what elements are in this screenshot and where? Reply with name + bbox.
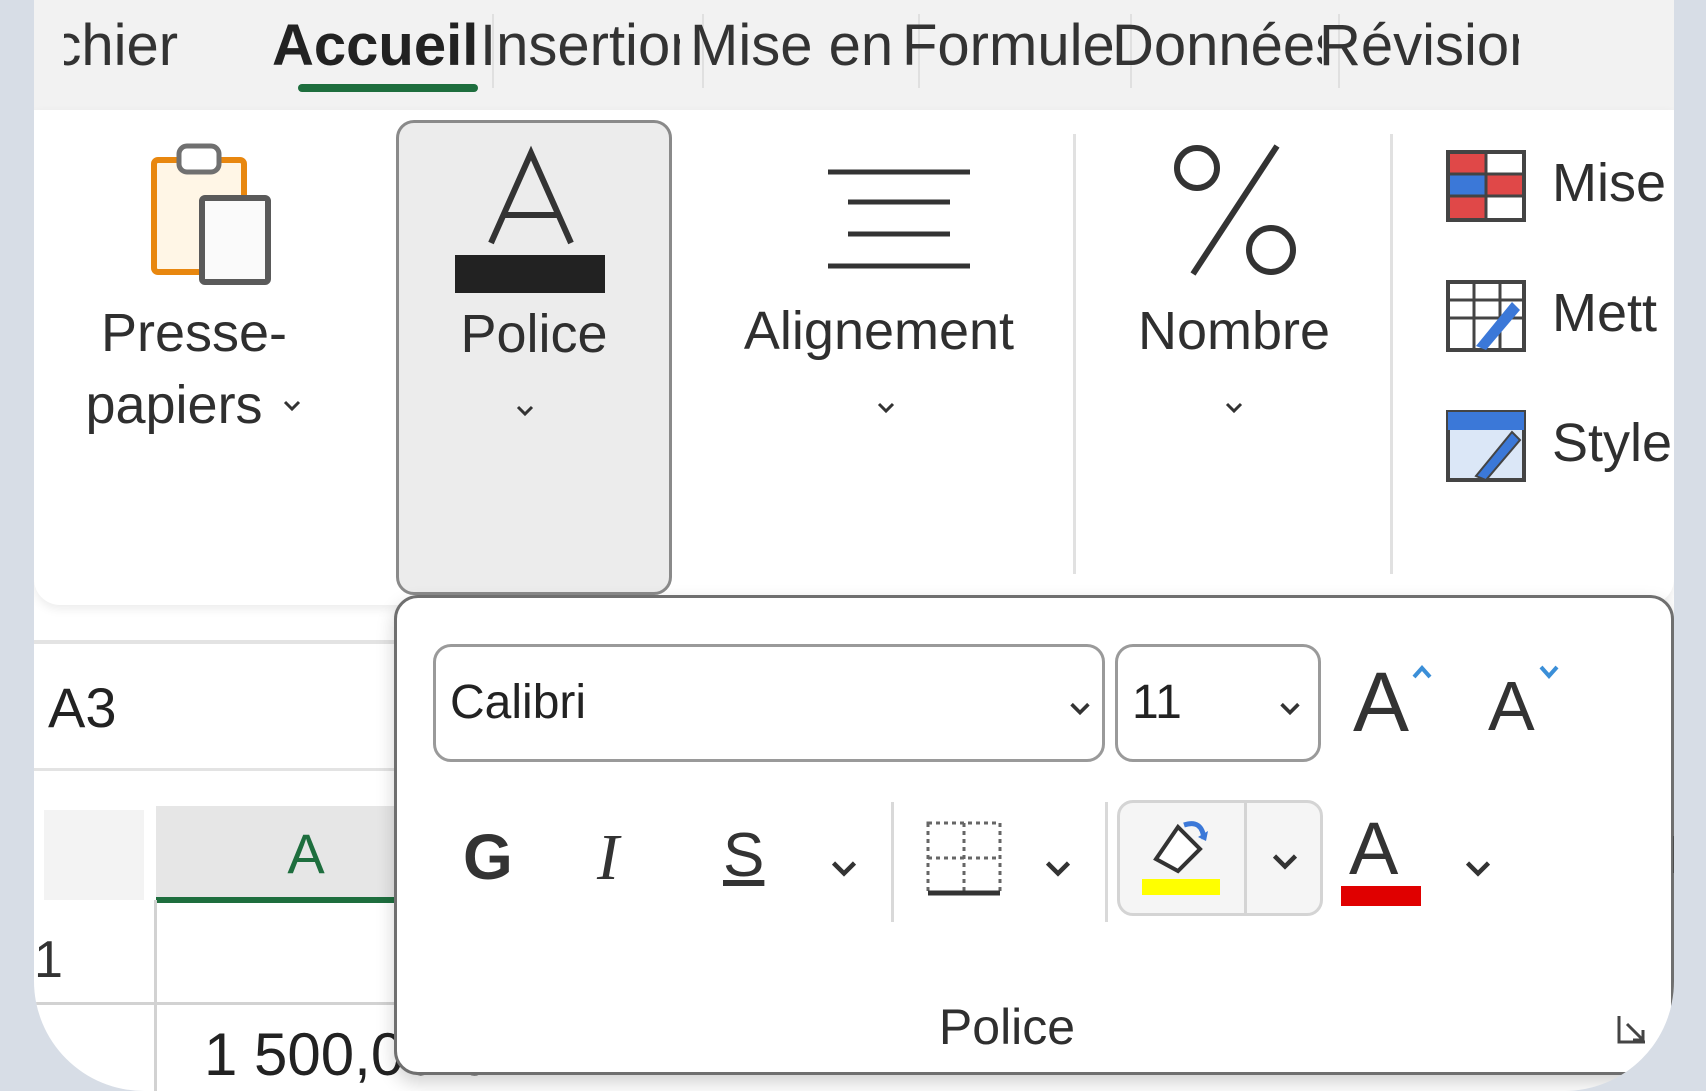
clipboard-label-1: Presse- [100,303,288,363]
cell-styles-icon [1446,410,1526,482]
paint-bucket-icon [1142,821,1220,895]
increase-font-icon: A [1353,655,1410,749]
caret-down-icon [1539,665,1559,680]
select-all-corner[interactable] [44,810,144,900]
font-size-value: 11 [1132,676,1182,729]
tab-fichier[interactable]: Fichier [64,6,244,86]
grid-line [34,1002,454,1005]
partial-column-header-d: D [1669,824,1674,886]
decrease-font-icon: A [1488,667,1535,745]
borders-icon [926,821,1002,896]
clipboard-group-button[interactable]: Presse- papiers [74,120,364,580]
font-color-swatch [1341,886,1421,906]
styles-item-1: Mise [1552,153,1667,213]
font-icon [455,145,605,293]
chevron-down-icon [1070,702,1090,716]
row-header-1[interactable]: 1 [34,930,154,990]
borders-dropdown-chevron-icon[interactable] [1043,854,1073,884]
font-group-label: Police [460,304,608,364]
styles-item-3: Style [1552,413,1673,473]
ribbon-tab-bar: Fichier Accueil Insertion Mise en page F… [34,0,1674,110]
fill-color-split-button [1117,800,1323,916]
italic-button[interactable]: I [577,808,657,908]
tab-donnees[interactable]: Données [1112,6,1322,86]
font-color-button[interactable]: A [1337,802,1427,912]
fill-color-dropdown-chevron-icon[interactable] [1270,847,1300,877]
ribbon-home: Presse- papiers Police Alignement Nombre… [34,110,1674,605]
split-divider [1244,803,1247,913]
tab-accueil[interactable]: Accueil [272,6,477,86]
cell-styles-button[interactable]: Style [1444,406,1674,486]
percent-icon [1174,144,1296,276]
fill-color-button[interactable] [1120,803,1242,913]
conditional-format-button[interactable]: Mise [1444,146,1674,226]
format-as-table-button[interactable]: Mett [1444,276,1674,356]
align-center-icon [828,169,970,269]
font-name-combobox[interactable]: Calibri [433,644,1105,762]
tab-revision[interactable]: Révision [1319,6,1519,86]
alignment-group-button[interactable]: Alignement [724,120,1034,580]
number-group-label: Nombre [1137,301,1331,361]
decrease-font-size-button[interactable]: A [1482,658,1572,758]
toolbar-separator [1105,802,1108,922]
font-name-value: Calibri [450,676,587,729]
underline-button[interactable]: S [707,808,787,908]
toolbar-separator [891,802,894,922]
clipboard-icon [151,143,271,285]
font-color-glyph: A [1349,807,1399,890]
increase-font-size-button[interactable]: A [1347,655,1437,758]
conditional-format-icon [1446,150,1526,222]
group-separator [1073,134,1076,574]
grid-line [154,900,157,1091]
caret-up-icon [1412,664,1432,679]
font-size-combobox[interactable]: 11 [1115,644,1321,762]
number-group-button[interactable]: Nombre [1104,120,1364,580]
bold-label: G [463,821,513,893]
tab-mise-en-page[interactable]: Mise en page [690,6,900,86]
styles-item-2: Mett [1552,283,1658,343]
bold-button[interactable]: G [447,808,527,908]
tab-insertion[interactable]: Insertion [480,6,680,86]
chevron-down-icon [1225,402,1243,414]
font-flyout-panel: Calibri 11 A A G I S A Police [394,595,1674,1075]
borders-button[interactable] [917,810,1007,910]
clipboard-label-2: papiers [85,375,263,435]
group-separator [1390,134,1393,574]
italic-label: I [597,821,619,894]
name-box[interactable]: A3 [34,648,394,768]
font-group-caption: Police [938,999,1076,1055]
chevron-down-icon [877,402,895,414]
tab-formules[interactable]: Formules [902,6,1112,86]
font-color-dropdown-chevron-icon[interactable] [1463,854,1493,884]
underline-dropdown-chevron-icon[interactable] [829,854,859,884]
font-group-button[interactable]: Police [396,120,672,595]
alignment-group-label: Alignement [743,301,1015,361]
chevron-down-icon [283,400,301,412]
chevron-down-icon [516,405,534,417]
chevron-down-icon [1280,702,1300,716]
format-table-icon [1446,280,1526,352]
underline-label: S [723,821,765,890]
active-tab-indicator [298,84,478,92]
excel-window: Fichier Accueil Insertion Mise en page F… [34,0,1674,1091]
dialog-launcher-icon[interactable] [1615,1012,1649,1046]
